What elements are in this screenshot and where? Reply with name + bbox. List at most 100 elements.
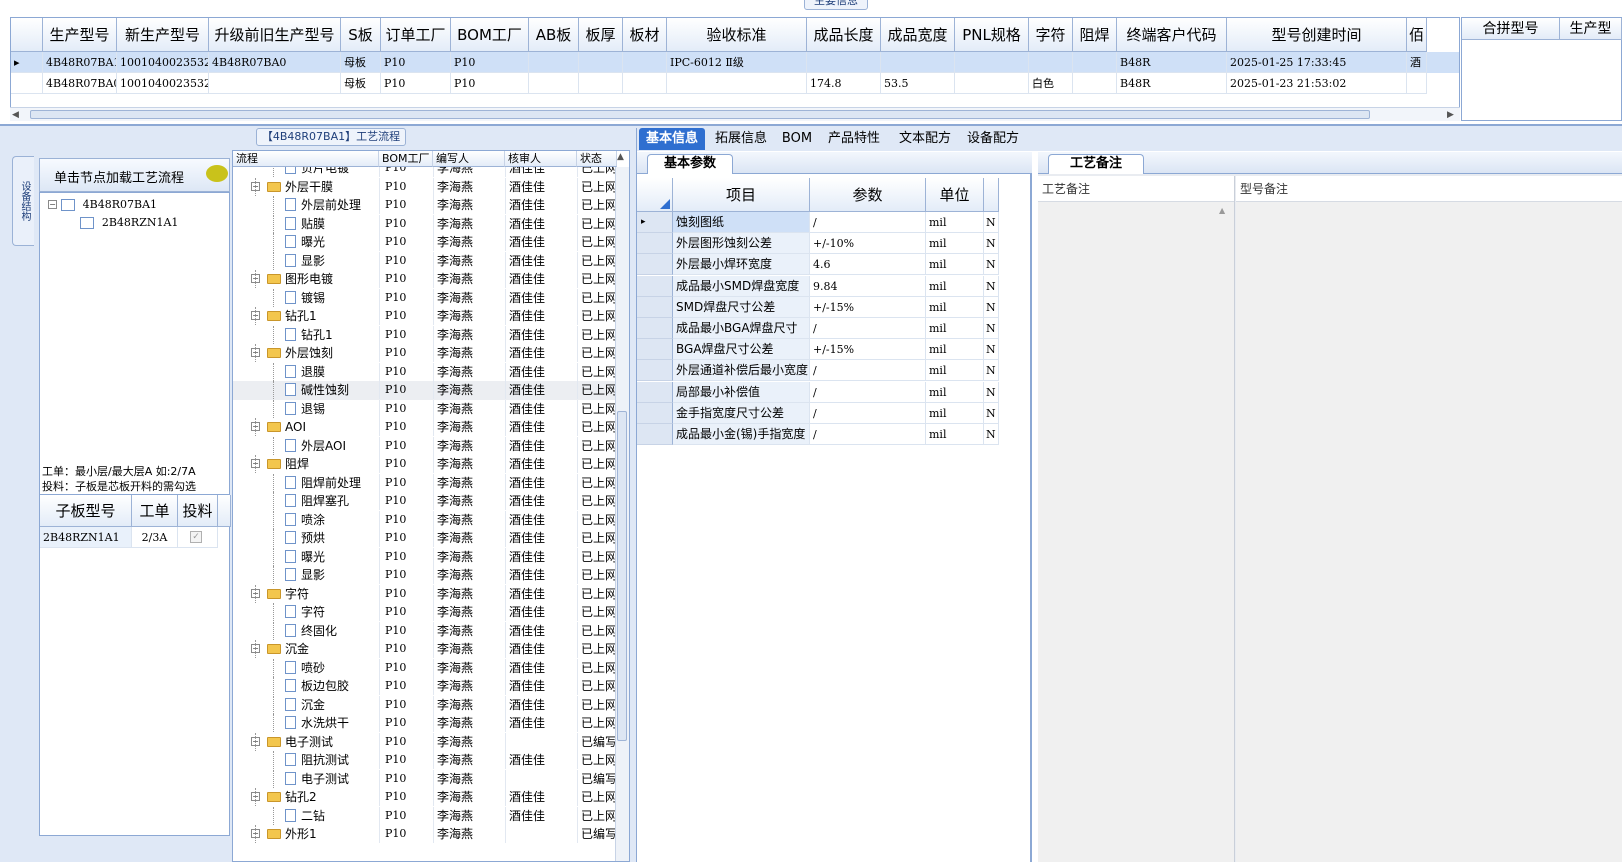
param-value[interactable]: +/-10% [810,233,926,255]
row-header[interactable] [637,318,673,339]
process-row[interactable]: 曝光 P10 李海燕 酒佳佳 已上网 [233,233,615,252]
tab-process-remark[interactable]: 工艺备注 [1048,154,1144,174]
column-header[interactable]: 阻焊 [1073,18,1117,52]
process-row[interactable]: 负片电镀 P10 李海燕 酒佳佳 已上网 [233,167,615,178]
column-header[interactable]: 终端客户代码 [1117,18,1227,52]
param-value[interactable]: / [810,402,926,424]
scroll-up-icon[interactable]: ▲ [617,152,624,162]
row-header[interactable] [637,402,673,424]
row-header[interactable] [637,233,673,255]
process-row[interactable]: 钻孔1 P10 李海燕 酒佳佳 已上网 [233,325,615,345]
param-column-header[interactable]: 项目 [673,178,810,212]
process-remark-box[interactable]: 工艺备注 ▲ [1038,176,1235,862]
table-row[interactable]: ▸ 4B48R07BA1 10010400235328 4B48R07BA0 母板 P10… [11,52,1459,73]
column-header[interactable]: 佰 [1407,18,1427,52]
row-header[interactable] [637,424,673,445]
process-row[interactable]: 退膜 P10 李海燕 酒佳佳 已上网 [233,362,615,382]
process-row[interactable]: − 外层干膜 P10 李海燕 酒佳佳 已上网 [233,177,615,197]
process-row[interactable]: 电子测试 P10 李海燕 已编写 [233,769,615,789]
process-row[interactable]: 显影 P10 李海燕 酒佳佳 已上网 [233,566,615,585]
process-row[interactable]: 阻焊前处理 P10 李海燕 酒佳佳 已上网 [233,473,615,493]
row-marker[interactable]: ▸ [637,212,673,233]
process-row[interactable]: 外层前处理 P10 李海燕 酒佳佳 已上网 [233,196,615,215]
remark-scroll-up-icon[interactable]: ▲ [1219,206,1225,215]
row-header[interactable] [637,360,673,382]
process-row[interactable]: 字符 P10 李海燕 酒佳佳 已上网 [233,603,615,622]
process-row[interactable]: − 外层蚀刻 P10 李海燕 酒佳佳 已上网 [233,344,615,363]
collapse-icon[interactable]: − [48,200,57,209]
column-header[interactable]: 新生产型号 [117,18,209,52]
sub-column-header[interactable]: 投料 [178,495,218,527]
process-row[interactable]: − 字符 P10 李海燕 酒佳佳 已上网 [233,584,615,604]
process-row[interactable]: − 图形电镀 P10 李海燕 酒佳佳 已上网 [233,270,615,289]
h-scrollbar[interactable]: ◀ ▶ [10,107,1460,121]
process-row[interactable]: 阻抗测试 P10 李海燕 酒佳佳 已上网 [233,751,615,770]
row-header[interactable] [637,254,673,276]
process-row[interactable]: 预烘 P10 李海燕 酒佳佳 已上网 [233,529,615,548]
column-header[interactable]: 板材 [623,18,667,52]
process-scroll-thumb[interactable] [617,411,627,741]
column-header[interactable]: 验收标准 [667,18,807,52]
row-header[interactable] [637,381,673,403]
select-all-corner[interactable] [11,18,43,52]
column-header[interactable]: 板厚 [579,18,623,52]
process-row[interactable]: − 阻焊 P10 李海燕 酒佳佳 已上网 [233,455,615,474]
column-header[interactable]: PNL规格 [955,18,1029,52]
process-row[interactable]: 外层AOI P10 李海燕 酒佳佳 已上网 [233,436,615,456]
column-header[interactable]: 成品长度 [807,18,881,52]
sub-board-order[interactable]: 2/3A [132,527,178,548]
tab-2[interactable]: BOM [777,128,817,150]
row-header[interactable] [637,275,673,297]
column-header[interactable]: AB板 [529,18,579,52]
tree-node-root[interactable]: − 4B48R07BA1 [48,197,157,211]
scroll-right-arrow[interactable]: ▶ [1447,110,1454,120]
column-header[interactable]: 升级前旧生产型号 [209,18,341,52]
param-value[interactable]: +/-15% [810,296,926,318]
process-row[interactable]: 曝光 P10 李海燕 酒佳佳 已上网 [233,547,615,567]
row-header[interactable] [637,296,673,318]
feed-checkbox[interactable]: ✓ [190,531,202,543]
model-remark-box[interactable]: 型号备注 [1236,176,1622,862]
scroll-thumb[interactable] [30,110,1370,119]
scroll-left-arrow[interactable]: ◀ [12,110,19,120]
process-row[interactable]: 退锡 P10 李海燕 酒佳佳 已上网 [233,399,615,419]
process-column-header[interactable]: 流程 [233,151,379,167]
subtab-basic-params[interactable]: 基本参数 [647,154,733,174]
process-column-header[interactable]: 核审人 [505,151,577,167]
process-row[interactable]: 终固化 P10 李海燕 酒佳佳 已上网 [233,621,615,641]
merge-column-header[interactable]: 合拼型号 [1462,18,1560,40]
tab-4[interactable]: 文本配方 [891,128,959,150]
column-header[interactable]: 成品宽度 [881,18,955,52]
process-column-header[interactable]: 状态 [577,151,617,167]
process-row[interactable]: − 钻孔2 P10 李海燕 酒佳佳 已上网 [233,788,615,807]
tab-5[interactable]: 设备配方 [959,128,1027,150]
process-row[interactable]: 碱性蚀刻 P10 李海燕 酒佳佳 已上网 [233,381,615,400]
tree-node-child[interactable]: 2B48RZN1A1 [80,215,178,229]
process-row[interactable]: 二钻 P10 李海燕 酒佳佳 已上网 [233,806,615,826]
param-value[interactable]: / [810,360,926,382]
column-header[interactable]: 订单工厂 [381,18,451,52]
process-column-header[interactable]: BOM工厂 [379,151,433,167]
process-row[interactable]: 贴膜 P10 李海燕 酒佳佳 已上网 [233,214,615,234]
param-column-header[interactable]: 参数 [810,178,926,212]
process-column-header[interactable]: 编写人 [433,151,505,167]
process-row[interactable]: − 沉金 P10 李海燕 酒佳佳 已上网 [233,640,615,659]
param-value[interactable]: / [810,424,926,445]
merge-column-header[interactable]: 生产型 [1560,18,1622,40]
param-column-header[interactable]: 单位 [926,178,984,212]
sub-column-header[interactable]: 工单 [132,495,178,527]
param-value[interactable]: / [810,381,926,403]
process-row[interactable]: 镀锡 P10 李海燕 酒佳佳 已上网 [233,288,615,308]
process-row[interactable]: − AOI P10 李海燕 酒佳佳 已上网 [233,418,615,437]
process-row[interactable]: 水洗烘干 P10 李海燕 酒佳佳 已上网 [233,714,615,733]
param-value[interactable]: 9.84 [810,275,926,297]
process-row[interactable]: 喷涂 P10 李海燕 酒佳佳 已上网 [233,510,615,530]
table-row[interactable]: 4B48R07BA0 10010400235328 母板 P10 P10 174.8 53.… [11,73,1459,94]
tab-1[interactable]: 拓展信息 [705,128,777,150]
column-header[interactable]: 型号创建时间 [1227,18,1407,52]
process-row[interactable]: 喷砂 P10 李海燕 酒佳佳 已上网 [233,658,615,678]
process-row[interactable]: 显影 P10 李海燕 酒佳佳 已上网 [233,251,615,271]
process-row[interactable]: 阻焊塞孔 P10 李海燕 酒佳佳 已上网 [233,492,615,511]
select-all-corner[interactable] [637,178,673,212]
param-value[interactable]: / [810,318,926,339]
